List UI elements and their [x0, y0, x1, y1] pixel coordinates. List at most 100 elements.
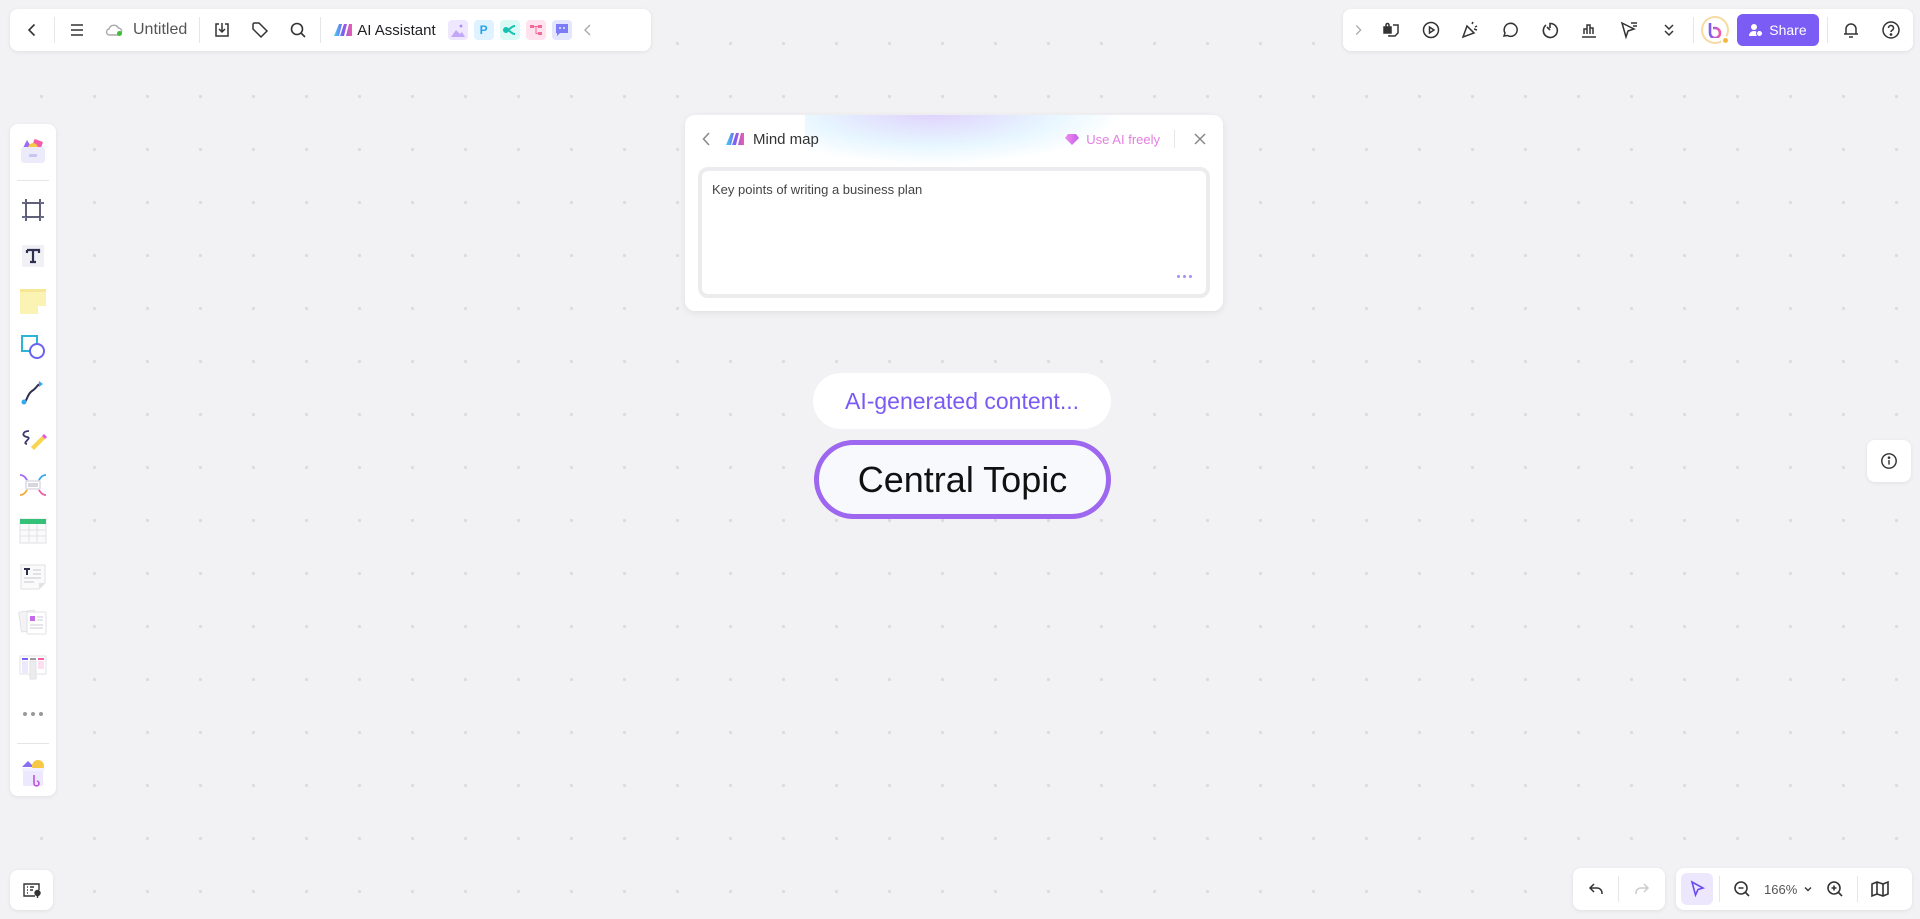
- connector-tool[interactable]: [13, 374, 53, 412]
- back-button[interactable]: [16, 14, 48, 46]
- ai-assistant-button[interactable]: AI Assistant: [327, 22, 441, 39]
- document-tool[interactable]: [13, 558, 53, 596]
- expand-toolbar-button[interactable]: [1349, 14, 1367, 46]
- notifications-button[interactable]: [1836, 14, 1868, 46]
- gem-icon: [1065, 134, 1080, 145]
- select-tool-button[interactable]: [1681, 873, 1713, 905]
- sticky-note-tool[interactable]: [13, 283, 53, 321]
- redo-button[interactable]: [1626, 873, 1658, 905]
- user-avatar[interactable]: [1701, 16, 1731, 45]
- share-button[interactable]: Share: [1737, 14, 1819, 46]
- template-library-tool[interactable]: [13, 132, 53, 170]
- divider: [1618, 876, 1620, 902]
- import-button[interactable]: [206, 14, 238, 46]
- left-toolbar: [10, 124, 56, 796]
- outline-button[interactable]: [10, 870, 53, 910]
- brand-b-icon: [1709, 23, 1722, 38]
- undo-icon: [1589, 883, 1603, 894]
- cursor-arrow-icon: [1690, 880, 1706, 898]
- zoom-level-dropdown[interactable]: 166%: [1764, 882, 1813, 897]
- laser-pointer-button[interactable]: [1613, 14, 1645, 46]
- more-tools-button[interactable]: [1653, 14, 1685, 46]
- table-icon: [19, 518, 47, 544]
- shape-tool[interactable]: [13, 328, 53, 366]
- cards-icon: [18, 610, 47, 635]
- plugins-tool[interactable]: [13, 754, 53, 792]
- zoom-in-button[interactable]: [1819, 873, 1851, 905]
- frame-tool[interactable]: [13, 191, 53, 229]
- comment-button[interactable]: [1494, 14, 1526, 46]
- ai-generating-indicator: AI-generated content...: [813, 373, 1111, 429]
- close-panel-button[interactable]: [1189, 128, 1211, 150]
- text-tool[interactable]: [13, 237, 53, 275]
- share-label: Share: [1769, 22, 1807, 38]
- panel-back-button[interactable]: [697, 129, 717, 149]
- image-sparkle-icon: [450, 24, 465, 37]
- ai-mindmap-tool[interactable]: [499, 20, 520, 40]
- comment-bubble-icon: [1502, 22, 1518, 38]
- collapse-toolbar-button[interactable]: [578, 14, 598, 46]
- undo-button[interactable]: [1580, 873, 1612, 905]
- top-left-toolbar: Untitled AI Assistant P: [10, 9, 651, 51]
- prompt-input[interactable]: Key points of writing a business plan: [698, 167, 1210, 298]
- document-title[interactable]: Untitled: [133, 21, 187, 39]
- divider: [199, 17, 201, 43]
- search-icon: [290, 22, 306, 38]
- present-button[interactable]: [1415, 14, 1447, 46]
- cursor-filter-icon: [1620, 21, 1637, 40]
- pen-scribble-icon: [22, 430, 47, 451]
- double-chevron-down-icon: [1664, 24, 1674, 37]
- text-document-icon: [20, 564, 46, 590]
- loading-dots-icon: [1177, 275, 1192, 278]
- zoom-out-button[interactable]: [1726, 873, 1758, 905]
- divider: [320, 17, 322, 43]
- divider: [17, 179, 49, 181]
- divider: [17, 743, 49, 745]
- map-icon: [1871, 880, 1890, 898]
- kanban-tool[interactable]: [13, 649, 53, 687]
- divider: [1826, 17, 1828, 43]
- pen-tool[interactable]: [13, 420, 53, 458]
- ai-mindmap-panel: Mind map Use AI freely Key points of wri…: [685, 115, 1223, 311]
- more-tools-button[interactable]: [13, 695, 53, 733]
- tag-button[interactable]: [244, 14, 276, 46]
- ai-presentation-tool[interactable]: P: [473, 20, 494, 40]
- gift-box-icon: [21, 760, 45, 787]
- panel-title: Mind map: [753, 130, 819, 148]
- menu-button[interactable]: [61, 14, 93, 46]
- kanban-icon: [19, 655, 47, 680]
- download-icon: [215, 23, 229, 37]
- central-topic-node[interactable]: Central Topic: [814, 440, 1111, 519]
- table-tool[interactable]: [13, 512, 53, 550]
- bar-chart-icon: [1582, 24, 1597, 38]
- party-popper-icon: [1461, 21, 1478, 39]
- template-box-icon: [21, 139, 45, 163]
- zoom-level: 166%: [1764, 881, 1798, 897]
- zoom-out-icon: [1734, 881, 1750, 897]
- templates-button[interactable]: [1375, 14, 1407, 46]
- ai-image-tool[interactable]: [447, 20, 468, 40]
- search-button[interactable]: [282, 14, 314, 46]
- divider: [1857, 876, 1859, 902]
- timer-button[interactable]: [1534, 14, 1566, 46]
- hamburger-menu-icon: [71, 24, 83, 36]
- help-button[interactable]: [1875, 14, 1907, 46]
- celebrate-button[interactable]: [1454, 14, 1486, 46]
- info-button[interactable]: [1867, 440, 1911, 482]
- document-title-area[interactable]: Untitled: [99, 21, 193, 39]
- minimap-button[interactable]: [1864, 873, 1896, 905]
- timer-icon: [1542, 22, 1558, 39]
- use-ai-freely-link[interactable]: Use AI freely: [1064, 132, 1160, 147]
- ai-chat-tool[interactable]: [551, 20, 572, 40]
- mindmap-tool[interactable]: [13, 466, 53, 504]
- vote-button[interactable]: [1573, 14, 1605, 46]
- zoom-in-icon: [1827, 881, 1843, 897]
- ai-logo-icon: [334, 24, 353, 36]
- more-dots-icon: [23, 712, 43, 717]
- cloud-sync-icon: [105, 24, 123, 36]
- prompt-text: Key points of writing a business plan: [712, 182, 923, 197]
- ai-flowchart-tool[interactable]: [525, 20, 546, 40]
- play-circle-icon: [1422, 21, 1439, 39]
- chevron-right-icon: [1355, 25, 1362, 35]
- card-tool[interactable]: [13, 604, 53, 642]
